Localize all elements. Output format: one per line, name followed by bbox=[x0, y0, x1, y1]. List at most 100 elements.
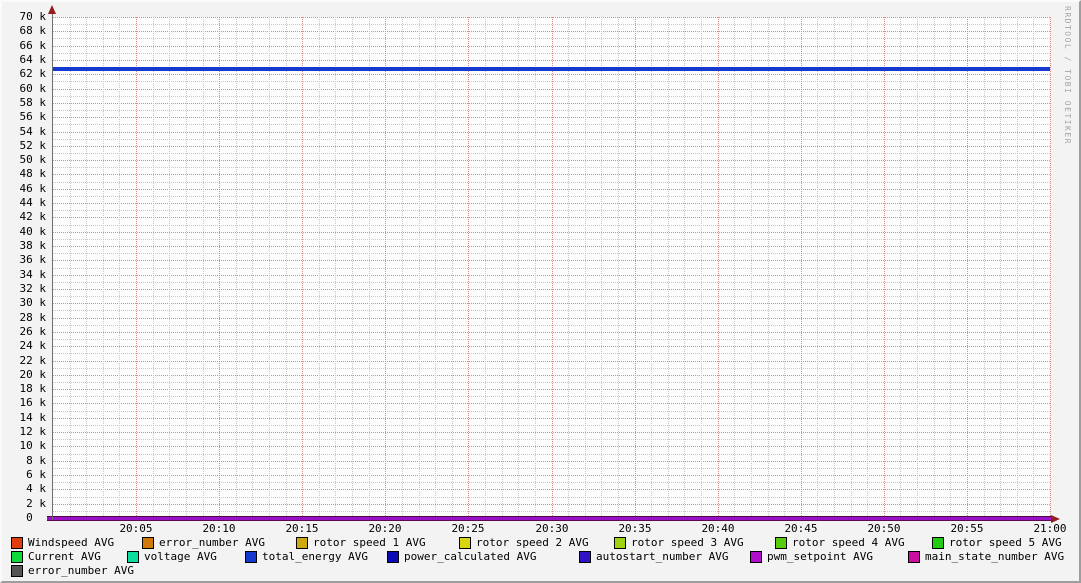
legend-label: rotor speed 1 AVG bbox=[313, 536, 426, 549]
x-axis-label: 20:05 bbox=[119, 522, 153, 535]
legend-swatch bbox=[387, 551, 399, 563]
y-axis-label: 48 k bbox=[19, 167, 47, 180]
gridline-minor-v bbox=[651, 17, 652, 518]
gridline-minor-v bbox=[502, 17, 503, 518]
y-axis-line bbox=[52, 10, 53, 520]
y-axis-label: 42 k bbox=[19, 210, 47, 223]
y-axis-label: 40 k bbox=[19, 225, 47, 238]
y-axis-label: 10 k bbox=[19, 439, 47, 452]
x-axis-label: 20:40 bbox=[701, 522, 735, 535]
gridline-major-v bbox=[635, 17, 636, 518]
gridline-minor-v bbox=[203, 17, 204, 518]
legend-label: autostart_number AVG bbox=[596, 550, 729, 563]
gridline-major-v bbox=[552, 17, 553, 518]
y-axis-label: 2 k bbox=[26, 497, 46, 510]
gridline-minor-v bbox=[834, 17, 835, 518]
gridline-minor-v bbox=[867, 17, 868, 518]
gridline-minor-v bbox=[701, 17, 702, 518]
gridline-minor-v bbox=[568, 17, 569, 518]
gridline-minor-v bbox=[1033, 17, 1034, 518]
y-axis-label: 44 k bbox=[19, 196, 47, 209]
legend-swatch bbox=[579, 551, 591, 563]
y-axis-label: 0 bbox=[26, 511, 46, 524]
gridline-minor-v bbox=[934, 17, 935, 518]
gridline-major-v bbox=[967, 17, 968, 518]
legend-label: voltage AVG bbox=[144, 550, 217, 563]
gridline-minor-v bbox=[452, 17, 453, 518]
y-axis-label: 30 k bbox=[19, 296, 47, 309]
total-energy-line bbox=[53, 67, 1050, 71]
y-axis-label: 66 k bbox=[19, 39, 47, 52]
gridline-major-v bbox=[385, 17, 386, 518]
gridline-minor-v bbox=[402, 17, 403, 518]
gridline-minor-v bbox=[169, 17, 170, 518]
gridline-minor-v bbox=[900, 17, 901, 518]
gridline-major-v bbox=[302, 17, 303, 518]
gridline-minor-v bbox=[252, 17, 253, 518]
gridline-minor-v bbox=[817, 17, 818, 518]
x-axis-label: 20:50 bbox=[867, 522, 901, 535]
y-axis-label: 46 k bbox=[19, 182, 47, 195]
gridline-minor-v bbox=[668, 17, 669, 518]
gridline-minor-v bbox=[585, 17, 586, 518]
y-axis-label: 26 k bbox=[19, 325, 47, 338]
gridline-major-v bbox=[219, 17, 220, 518]
gridline-major-v bbox=[801, 17, 802, 518]
x-axis-label: 20:20 bbox=[368, 522, 402, 535]
legend-label: rotor speed 5 AVG bbox=[949, 536, 1062, 549]
gridline-minor-v bbox=[950, 17, 951, 518]
y-axis-label: 6 k bbox=[26, 468, 46, 481]
y-axis-label: 60 k bbox=[19, 82, 47, 95]
gridline-minor-v bbox=[1017, 17, 1018, 518]
gridline-major-v bbox=[468, 17, 469, 518]
gridline-minor-v bbox=[86, 17, 87, 518]
gridline-major-v bbox=[136, 17, 137, 518]
legend-label: power_calculated AVG bbox=[404, 550, 537, 563]
legend-swatch bbox=[245, 551, 257, 563]
y-axis-label: 70 k bbox=[19, 10, 47, 23]
x-axis-label: 20:10 bbox=[202, 522, 236, 535]
legend-label: pwm_setpoint AVG bbox=[767, 550, 873, 563]
legend-label: rotor speed 2 AVG bbox=[476, 536, 589, 549]
gridline-minor-v bbox=[435, 17, 436, 518]
y-axis-label: 68 k bbox=[19, 24, 47, 37]
gridline-minor-v bbox=[286, 17, 287, 518]
y-axis-label: 20 k bbox=[19, 368, 47, 381]
gridline-major-v bbox=[1050, 17, 1051, 518]
y-axis-label: 56 k bbox=[19, 110, 47, 123]
y-axis-label: 24 k bbox=[19, 339, 47, 352]
legend-swatch bbox=[11, 537, 23, 549]
gridline-minor-v bbox=[518, 17, 519, 518]
legend-label: error_number AVG bbox=[159, 536, 265, 549]
legend-swatch bbox=[11, 551, 23, 563]
x-axis-label: 20:15 bbox=[285, 522, 319, 535]
y-axis-label: 4 k bbox=[26, 482, 46, 495]
zero-baseline-line bbox=[47, 516, 1052, 521]
legend-swatch bbox=[908, 551, 920, 563]
gridline-minor-v bbox=[1000, 17, 1001, 518]
x-axis-label: 21:00 bbox=[1033, 522, 1067, 535]
y-axis-label: 54 k bbox=[19, 125, 47, 138]
gridline-minor-v bbox=[186, 17, 187, 518]
y-axis-label: 62 k bbox=[19, 67, 47, 80]
gridline-minor-v bbox=[119, 17, 120, 518]
legend-swatch bbox=[750, 551, 762, 563]
legend-label: rotor speed 3 AVG bbox=[631, 536, 744, 549]
legend-swatch bbox=[127, 551, 139, 563]
x-axis-label: 20:35 bbox=[618, 522, 652, 535]
gridline-minor-v bbox=[535, 17, 536, 518]
y-axis-label: 64 k bbox=[19, 53, 47, 66]
gridline-minor-v bbox=[352, 17, 353, 518]
legend-swatch bbox=[11, 565, 23, 577]
y-axis-label: 14 k bbox=[19, 411, 47, 424]
gridline-major-v bbox=[718, 17, 719, 518]
gridline-minor-v bbox=[153, 17, 154, 518]
y-axis-label: 28 k bbox=[19, 311, 47, 324]
gridline-minor-v bbox=[269, 17, 270, 518]
y-axis-label: 38 k bbox=[19, 239, 47, 252]
y-axis-arrow-icon bbox=[48, 5, 56, 14]
gridline-minor-v bbox=[917, 17, 918, 518]
gridline-minor-v bbox=[70, 17, 71, 518]
gridline-minor-v bbox=[335, 17, 336, 518]
legend-swatch bbox=[142, 537, 154, 549]
